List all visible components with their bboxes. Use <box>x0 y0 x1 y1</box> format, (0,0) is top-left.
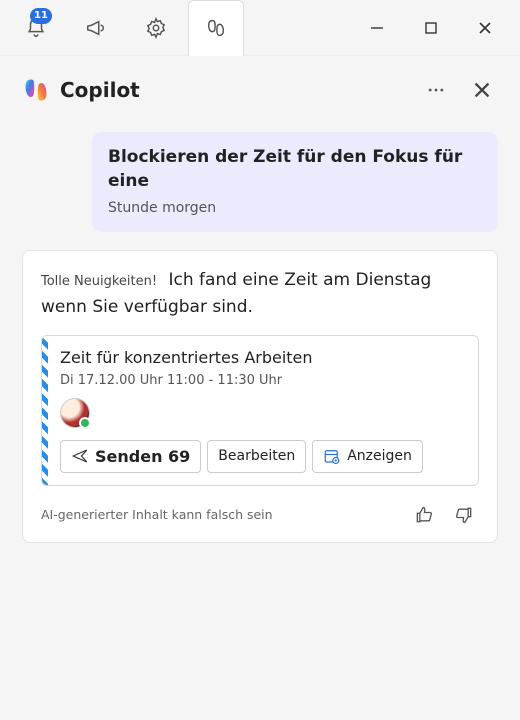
edit-button[interactable]: Bearbeiten <box>207 440 306 473</box>
feedback-buttons <box>409 500 479 530</box>
notifications-badge: 11 <box>30 8 52 24</box>
ellipsis-icon <box>426 80 446 100</box>
more-button[interactable] <box>420 74 452 106</box>
user-message-line2: Stunde morgen <box>108 200 482 216</box>
maximize-button[interactable] <box>404 0 458 56</box>
attendee-row <box>60 398 464 428</box>
assistant-text: Tolle Neuigkeiten! Ich fand eine Zeit am… <box>41 267 479 321</box>
assistant-card: Tolle Neuigkeiten! Ich fand eine Zeit am… <box>22 250 498 543</box>
user-message-bubble: Blockieren der Zeit für den Fokus für ei… <box>92 132 498 232</box>
minimize-icon <box>370 21 384 35</box>
view-button[interactable]: Anzeigen <box>312 440 423 473</box>
thumbs-down-icon <box>454 505 474 525</box>
ai-disclaimer: AI-generierter Inhalt kann falsch sein <box>41 507 273 522</box>
thumbs-up-button[interactable] <box>409 500 439 530</box>
thumbs-down-button[interactable] <box>449 500 479 530</box>
assistant-lead: Tolle Neuigkeiten! <box>41 274 157 289</box>
window-controls <box>350 0 512 56</box>
event-time: Di 17.12.00 Uhr 11:00 - 11:30 Uhr <box>60 373 464 388</box>
close-window-button[interactable] <box>458 0 512 56</box>
megaphone-icon <box>85 17 107 39</box>
calendar-view-icon <box>323 447 341 465</box>
copilot-pane: Copilot Blockieren der Zeit für den Foku… <box>0 56 520 561</box>
title-bar-left: 11 <box>8 0 244 56</box>
view-label: Anzeigen <box>347 448 412 464</box>
assistant-footer: AI-generierter Inhalt kann falsch sein <box>41 500 479 530</box>
close-icon <box>478 21 492 35</box>
copilot-logo-icon <box>22 76 50 104</box>
megaphone-button[interactable] <box>68 0 124 56</box>
close-pane-button[interactable] <box>466 74 498 106</box>
user-message-line1: Blockieren der Zeit für den Fokus für ei… <box>108 146 482 194</box>
thumbs-up-icon <box>414 505 434 525</box>
attendee-avatar[interactable] <box>60 398 90 428</box>
maximize-icon <box>424 21 438 35</box>
notifications-button[interactable]: 11 <box>8 0 64 56</box>
event-color-stripe <box>42 336 48 485</box>
presence-available-icon <box>79 417 91 429</box>
edit-label: Bearbeiten <box>218 448 295 464</box>
copilot-tab[interactable] <box>188 0 244 56</box>
send-label: Senden 69 <box>95 447 190 466</box>
pane-actions <box>420 74 498 106</box>
event-actions: Senden 69 Bearbeiten Anzeigen <box>60 440 464 473</box>
send-icon <box>71 447 89 465</box>
pane-title: Copilot <box>60 78 140 102</box>
minimize-button[interactable] <box>350 0 404 56</box>
gear-icon <box>145 17 167 39</box>
close-icon <box>473 81 491 99</box>
copilot-icon <box>205 17 227 39</box>
event-card: Zeit für konzentriertes Arbeiten Di 17.1… <box>41 335 479 486</box>
pane-header: Copilot <box>22 74 498 106</box>
title-bar: 11 <box>0 0 520 56</box>
send-button[interactable]: Senden 69 <box>60 440 201 473</box>
event-title: Zeit für konzentriertes Arbeiten <box>60 348 464 367</box>
settings-button[interactable] <box>128 0 184 56</box>
